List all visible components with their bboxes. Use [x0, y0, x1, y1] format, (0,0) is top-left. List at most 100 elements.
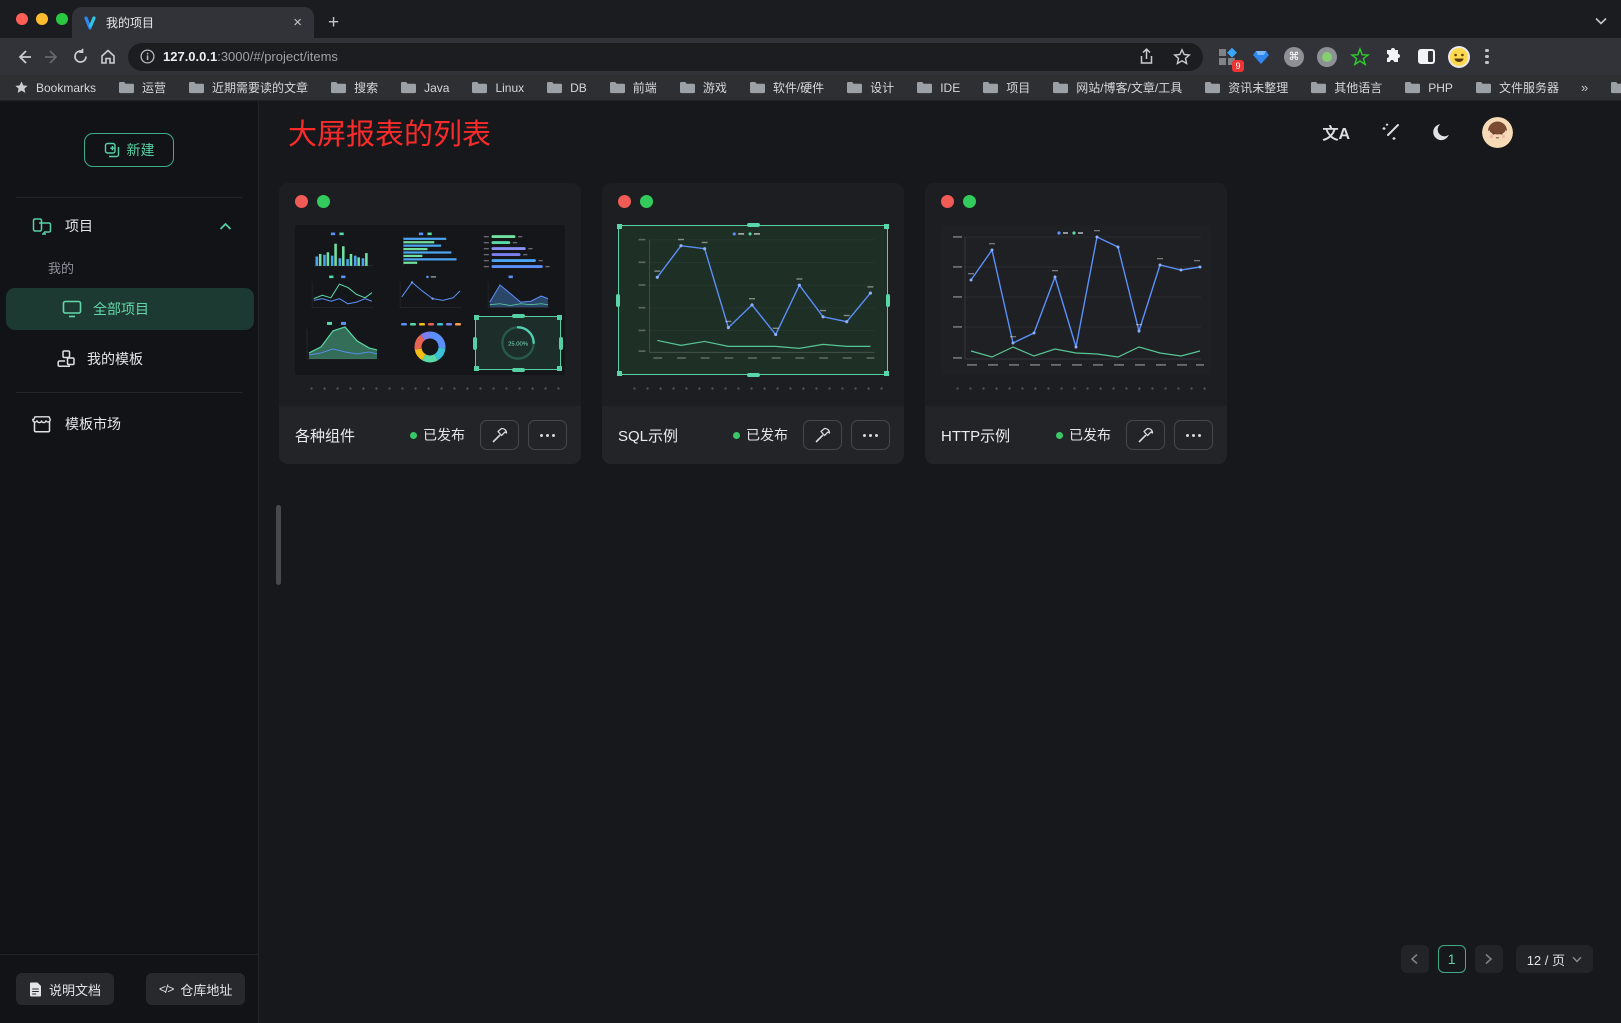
reload-icon[interactable] [66, 43, 94, 71]
edit-project-button[interactable] [1126, 420, 1165, 450]
app-sidebar: 新建 项目 我的 全部项目 [0, 101, 259, 1023]
folder-icon [1310, 81, 1327, 94]
projects-icon [32, 216, 52, 236]
next-page-button[interactable] [1475, 945, 1503, 973]
bookmark-folder[interactable]: 运营 [118, 79, 166, 96]
sidebar-item-all-projects[interactable]: 全部项目 [6, 288, 254, 330]
bookmark-folder[interactable]: IDE [916, 81, 960, 95]
bookmark-folder[interactable]: 资讯未整理 [1204, 79, 1288, 96]
folder-icon [471, 81, 488, 94]
bookmark-label: 软件/硬件 [773, 79, 824, 96]
browser-toolbar: 127.0.0.1:3000/#/project/items 9 [0, 38, 1621, 75]
browser-menu-icon[interactable] [1485, 49, 1489, 65]
hammer-icon [491, 427, 508, 444]
recorder-extension-icon[interactable] [1314, 44, 1340, 70]
address-bar[interactable]: 127.0.0.1:3000/#/project/items [128, 43, 1203, 71]
tab-search-chevron-icon[interactable] [1595, 12, 1607, 30]
new-project-button[interactable]: 新建 [84, 133, 174, 167]
project-thumbnail[interactable] [618, 225, 888, 375]
status-dot [733, 432, 740, 439]
ellipsis-icon [540, 434, 555, 437]
bookmark-label: DB [570, 81, 587, 95]
gem-extension-icon[interactable] [1248, 44, 1274, 70]
bookmark-folder[interactable]: 项目 [982, 79, 1030, 96]
folder-icon [546, 81, 563, 94]
bookmark-folder[interactable]: 网站/博客/文章/工具 [1052, 79, 1182, 96]
bookmark-folder[interactable]: 软件/硬件 [749, 79, 824, 96]
bookmark-star-icon[interactable] [1173, 48, 1191, 66]
bookmark-folder[interactable]: 文件服务器 [1475, 79, 1559, 96]
bookmarks-list: 运营 近期需要读的文章 搜索 Java Linux DB 前端 游戏 软件/硬件 设计 IDE 项目 网… [118, 79, 1581, 96]
close-window-button[interactable] [16, 13, 28, 25]
other-bookmarks-folder[interactable]: 其他书签 [1610, 79, 1621, 96]
share-icon[interactable] [1138, 48, 1155, 66]
folder-icon [749, 81, 766, 94]
extensions-puzzle-icon[interactable] [1380, 44, 1406, 70]
monitor-icon [62, 300, 82, 318]
minimize-window-button[interactable] [36, 13, 48, 25]
more-actions-button[interactable] [1174, 420, 1213, 450]
bookmark-folder[interactable]: 设计 [846, 79, 894, 96]
profile-avatar-icon[interactable] [1446, 44, 1472, 70]
home-icon[interactable] [94, 43, 122, 71]
dark-mode-moon-icon[interactable] [1432, 123, 1451, 142]
bookmarks-manager[interactable]: Bookmarks [14, 80, 96, 95]
header-actions: 文A [1322, 117, 1513, 148]
repo-button[interactable]: </> 仓库地址 [146, 973, 245, 1005]
mini-horizontal-bar-chart [387, 230, 473, 271]
content-header: 大屏报表的列表 文A [260, 101, 1621, 163]
bookmark-folder[interactable]: Java [400, 81, 449, 95]
bookmark-folder[interactable]: PHP [1404, 81, 1453, 95]
language-icon[interactable]: 文A [1322, 120, 1350, 144]
scrollbar-thumb[interactable] [276, 505, 281, 585]
bookmark-label: Linux [495, 81, 524, 95]
bookmark-folder[interactable]: Linux [471, 81, 524, 95]
sidebar-group-projects[interactable]: 项目 [0, 204, 258, 248]
command-extension-icon[interactable]: ⌘ [1281, 44, 1307, 70]
mini-gauge-selected: 25.00% [475, 316, 561, 370]
more-actions-button[interactable] [851, 420, 890, 450]
folder-icon [679, 81, 696, 94]
tampermonkey-extension-icon[interactable]: 9 [1215, 44, 1241, 70]
bookmark-label: 项目 [1006, 79, 1030, 96]
screen: 我的项目 × + 127.0.0.1:3000/#/project/items [0, 0, 1621, 1023]
current-page-button[interactable]: 1 [1438, 945, 1466, 973]
project-card[interactable]: 25.00% 各种组件 已发布 [279, 183, 581, 464]
project-thumbnail[interactable]: 25.00% [295, 225, 565, 375]
side-panel-icon[interactable] [1413, 44, 1439, 70]
forward-icon[interactable] [38, 43, 66, 71]
green-star-extension-icon[interactable] [1347, 44, 1373, 70]
tab-close-icon[interactable]: × [291, 15, 304, 30]
sidebar-item-my-templates[interactable]: 我的模板 [0, 338, 258, 380]
bookmark-folder[interactable]: 前端 [609, 79, 657, 96]
mini-grouped-bar-chart [299, 230, 385, 271]
card-red-dot [941, 195, 954, 208]
page-size-select[interactable]: 12 / 页 [1516, 945, 1593, 973]
bookmarks-overflow-chevron[interactable]: » [1581, 80, 1588, 95]
more-actions-button[interactable] [528, 420, 567, 450]
bookmark-folder[interactable]: 搜索 [330, 79, 378, 96]
project-thumbnail[interactable] [941, 225, 1211, 375]
bookmark-label: 网站/博客/文章/工具 [1076, 79, 1182, 96]
edit-project-button[interactable] [803, 420, 842, 450]
prev-page-button[interactable] [1401, 945, 1429, 973]
zoom-window-button[interactable] [56, 13, 68, 25]
bookmark-folder[interactable]: 其他语言 [1310, 79, 1382, 96]
project-card[interactable]: SQL示例 已发布 [602, 183, 904, 464]
sidebar-subgroup-mine: 我的 [0, 252, 258, 282]
site-info-icon[interactable] [140, 49, 155, 64]
sidebar-item-template-market[interactable]: 模板市场 [0, 403, 258, 445]
edit-project-button[interactable] [480, 420, 519, 450]
magic-wand-icon[interactable] [1381, 122, 1401, 142]
docs-button[interactable]: 说明文档 [16, 973, 114, 1005]
bookmark-folder[interactable]: 游戏 [679, 79, 727, 96]
star-icon [14, 80, 29, 95]
browser-tab[interactable]: 我的项目 × [72, 7, 314, 38]
project-card[interactable]: HTTP示例 已发布 [925, 183, 1227, 464]
new-tab-button[interactable]: + [328, 12, 339, 34]
bookmark-folder[interactable]: 近期需要读的文章 [188, 79, 308, 96]
bookmark-label: 游戏 [703, 79, 727, 96]
back-icon[interactable] [10, 43, 38, 71]
bookmark-folder[interactable]: DB [546, 81, 587, 95]
user-avatar[interactable] [1482, 117, 1513, 148]
